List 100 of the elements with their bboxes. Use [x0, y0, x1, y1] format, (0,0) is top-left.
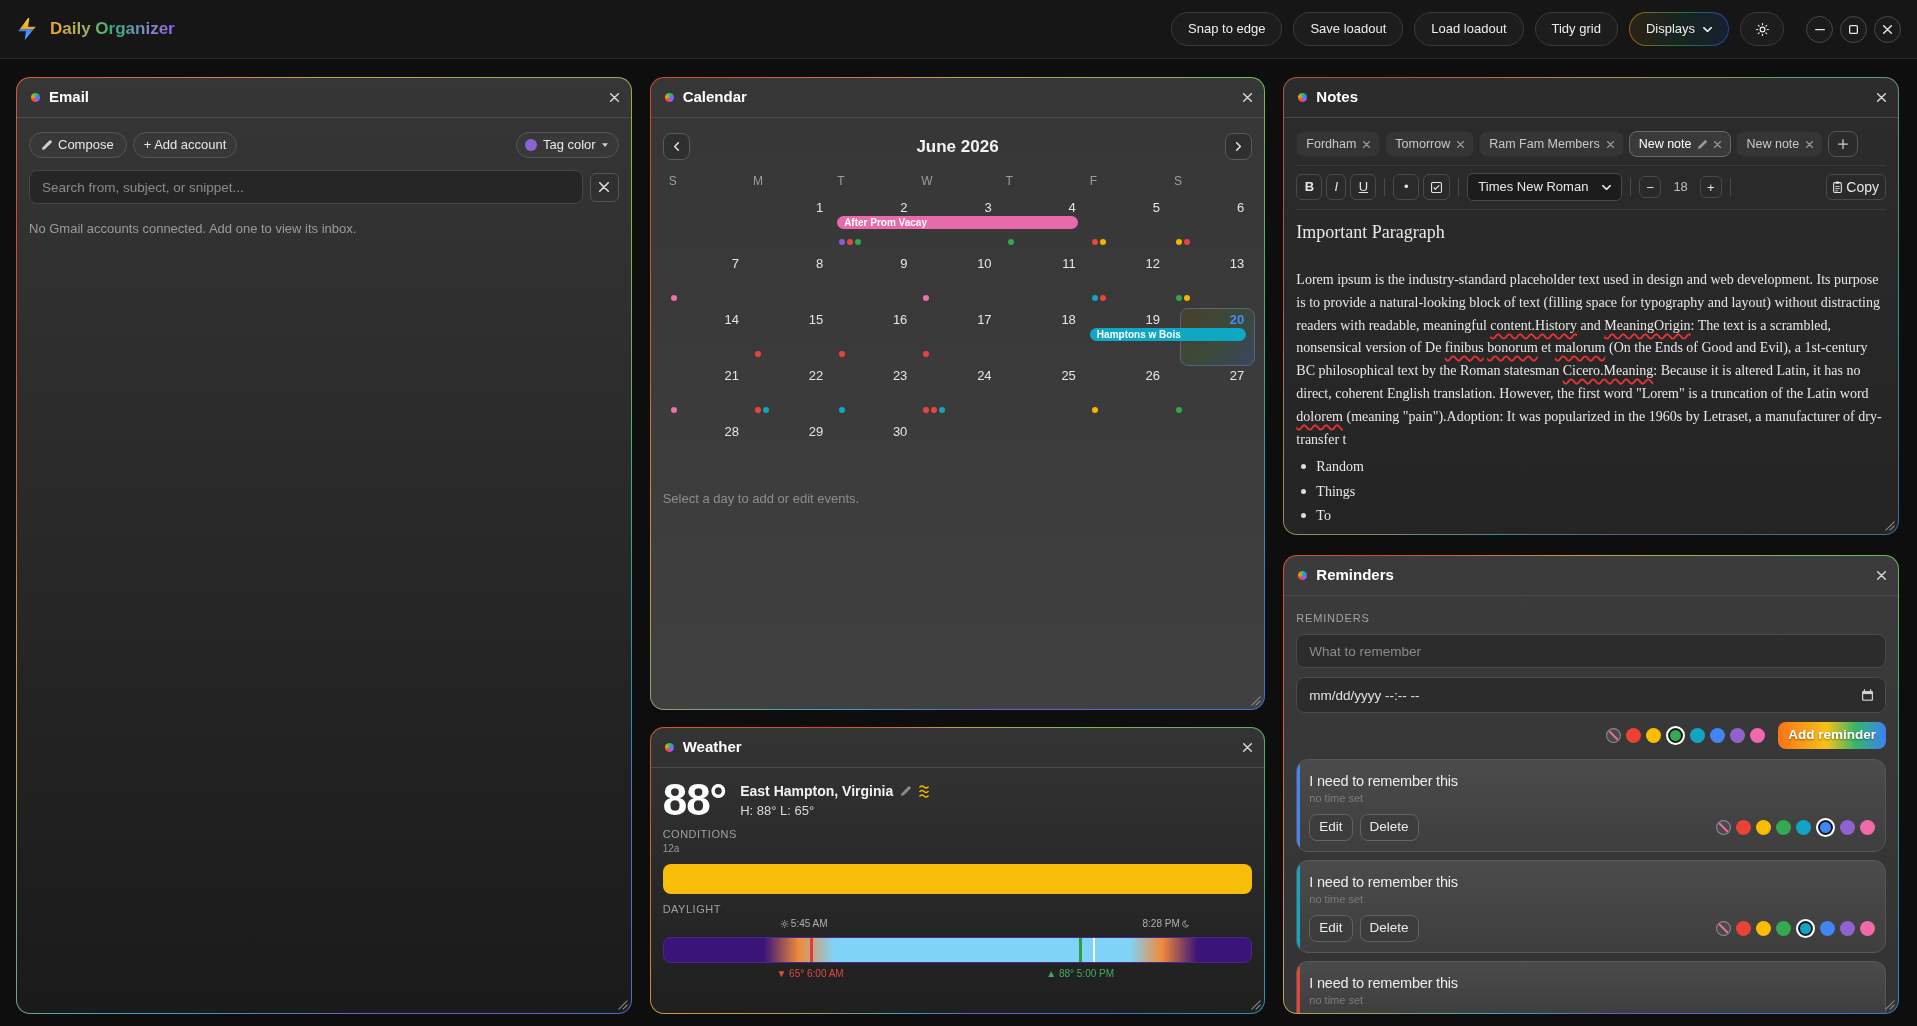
clear-search-button[interactable]	[589, 172, 619, 202]
resize-handle-icon[interactable]	[1885, 1000, 1895, 1010]
close-icon[interactable]	[1606, 140, 1614, 148]
day-number[interactable]: 8	[815, 256, 824, 272]
swatch-icon[interactable]	[1646, 728, 1662, 743]
delete-button[interactable]: Delete	[1359, 814, 1419, 841]
swatch-icon[interactable]	[1750, 728, 1766, 743]
swatch-icon[interactable]	[1796, 919, 1815, 938]
next-month-button[interactable]	[1225, 133, 1253, 160]
day-number[interactable]: 25	[1061, 368, 1076, 384]
sun-button[interactable]	[1740, 12, 1784, 46]
swatch-icon[interactable]	[1776, 820, 1791, 835]
edit-button[interactable]: Edit	[1309, 814, 1353, 841]
resize-handle-icon[interactable]	[617, 1000, 628, 1010]
swatch-icon[interactable]	[1860, 921, 1875, 936]
swatch-icon[interactable]	[1776, 921, 1791, 936]
day-number[interactable]: 19	[1145, 312, 1161, 328]
underline-button[interactable]: U	[1350, 174, 1377, 200]
increase-size-button[interactable]: +	[1699, 176, 1722, 198]
pencil-icon[interactable]	[901, 786, 912, 796]
close-icon[interactable]	[1714, 140, 1722, 148]
day-number[interactable]: 3	[984, 200, 992, 216]
swatch-icon[interactable]	[1666, 726, 1686, 745]
previous-month-button[interactable]	[662, 133, 690, 160]
swatch-icon[interactable]	[1796, 820, 1811, 835]
close-window-button[interactable]	[1874, 15, 1901, 43]
note-tab[interactable]: Fordham	[1296, 131, 1381, 157]
swatch-icon[interactable]	[1816, 818, 1835, 837]
swatch-icon[interactable]	[1756, 921, 1771, 936]
toolbar-button[interactable]: Snap to edge	[1171, 12, 1283, 46]
add-account-button[interactable]: + Add account	[132, 132, 238, 158]
swatch-icon[interactable]	[1860, 820, 1875, 835]
checklist-button[interactable]	[1423, 174, 1451, 200]
day-number[interactable]: 21	[724, 368, 739, 384]
note-tab[interactable]: New note	[1628, 131, 1732, 157]
no-color-icon[interactable]	[1606, 728, 1622, 743]
note-tab[interactable]: Tomorrow	[1385, 131, 1475, 157]
day-number[interactable]: 13	[1229, 256, 1245, 272]
day-number[interactable]: 30	[892, 424, 908, 440]
close-icon[interactable]	[1363, 140, 1371, 148]
swatch-icon[interactable]	[1730, 728, 1746, 743]
day-number[interactable]: 29	[808, 424, 824, 440]
close-icon[interactable]	[1806, 140, 1814, 148]
day-number[interactable]: 17	[977, 312, 992, 328]
swatch-icon[interactable]	[1840, 820, 1855, 835]
no-color-icon[interactable]	[1716, 921, 1731, 936]
resize-handle-icon[interactable]	[1885, 521, 1895, 531]
swatch-icon[interactable]	[1736, 921, 1751, 936]
day-number[interactable]: 14	[724, 312, 739, 328]
toolbar-button[interactable]: Tidy grid	[1534, 12, 1618, 46]
day-number[interactable]: 16	[892, 312, 908, 328]
search-field[interactable]: Search from, subject, or snippet...	[29, 170, 583, 204]
day-number[interactable]: 24	[977, 368, 992, 384]
day-number[interactable]: 23	[892, 368, 908, 384]
day-number[interactable]: 11	[1062, 256, 1076, 272]
day-number[interactable]: 22	[808, 368, 824, 384]
delete-button[interactable]: Delete	[1359, 915, 1419, 942]
compose-button[interactable]: Compose	[29, 132, 127, 158]
swatch-icon[interactable]	[1840, 921, 1855, 936]
swatch-icon[interactable]	[1820, 921, 1835, 936]
note-tab[interactable]: Ram Fam Members	[1479, 131, 1624, 157]
swatch-icon[interactable]	[1690, 728, 1706, 743]
day-number[interactable]: 18	[1061, 312, 1076, 328]
day-number[interactable]: 28	[724, 424, 739, 440]
italic-button[interactable]: I	[1326, 174, 1347, 200]
day-number[interactable]: 6	[1237, 200, 1245, 216]
day-number[interactable]: 7	[731, 256, 739, 272]
datetime-field[interactable]: mm/dd/yyyy --:-- --	[1296, 677, 1886, 713]
swatch-icon[interactable]	[1736, 820, 1751, 835]
resize-handle-icon[interactable]	[1251, 1000, 1262, 1010]
no-color-icon[interactable]	[1716, 820, 1731, 835]
decrease-size-button[interactable]: −	[1639, 176, 1662, 198]
font-select[interactable]: Times New Roman	[1467, 173, 1623, 201]
day-number[interactable]: 15	[808, 312, 824, 328]
day-number[interactable]: 27	[1229, 368, 1245, 384]
close-icon[interactable]	[1457, 140, 1465, 148]
day-number[interactable]: 2	[900, 200, 908, 216]
swatch-icon[interactable]	[1756, 820, 1771, 835]
bullet-list-button[interactable]: •	[1393, 174, 1420, 200]
day-number[interactable]: 5	[1152, 200, 1161, 216]
bold-button[interactable]: B	[1296, 174, 1323, 200]
tag-color-button[interactable]: Tag color	[515, 132, 619, 158]
day-number[interactable]: 26	[1145, 368, 1161, 384]
day-number[interactable]: 9	[900, 256, 908, 272]
toolbar-button[interactable]: Load loadout	[1414, 12, 1524, 46]
day-number[interactable]: 12	[1145, 256, 1161, 272]
displays-button[interactable]: Displays	[1628, 12, 1729, 46]
resize-handle-icon[interactable]	[1251, 696, 1262, 706]
copy-button[interactable]: Copy	[1826, 174, 1886, 200]
note-tab[interactable]: New note	[1736, 131, 1824, 157]
maximize-button[interactable]	[1840, 15, 1867, 43]
day-number[interactable]: 1	[815, 200, 824, 216]
day-number[interactable]: 4	[1068, 200, 1076, 216]
swatch-icon[interactable]	[1626, 728, 1642, 743]
reminder-input[interactable]: What to remember	[1296, 634, 1886, 668]
new-tab-button[interactable]	[1828, 131, 1859, 157]
swatch-icon[interactable]	[1710, 728, 1726, 743]
pencil-icon[interactable]	[1698, 139, 1708, 149]
day-number[interactable]: 10	[977, 256, 992, 272]
toolbar-button[interactable]: Save loadout	[1293, 12, 1404, 46]
